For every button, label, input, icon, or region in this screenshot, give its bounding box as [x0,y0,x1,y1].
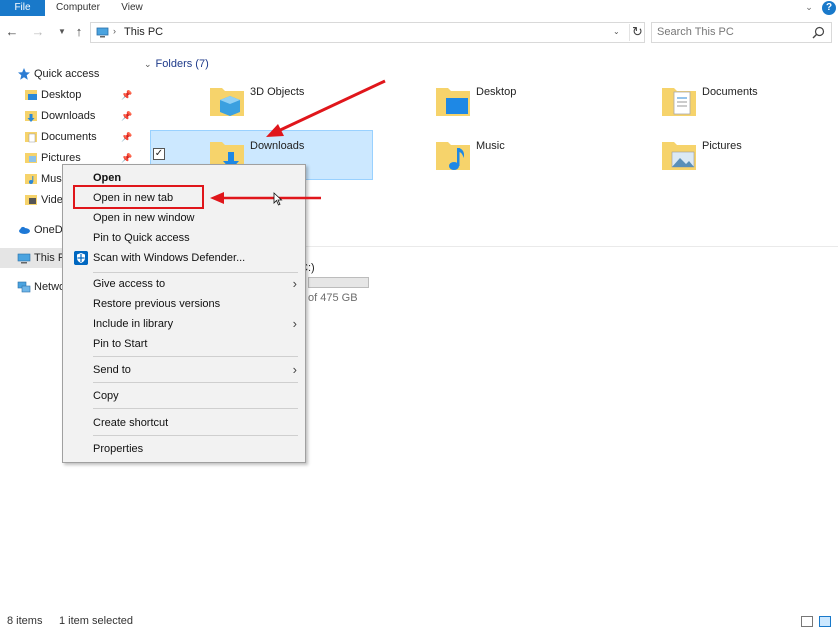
mouse-cursor-icon [273,192,283,206]
pictures-folder-icon [25,153,37,163]
folder-name: Downloads [250,140,305,152]
network-icon [17,281,31,293]
submenu-chevron-icon: › [292,362,297,377]
pin-icon[interactable]: 📌 [121,106,132,126]
folder-name: Music [476,140,505,152]
menu-item-label: Open [93,172,122,184]
details-view-icon[interactable] [801,616,813,627]
menu-item-copy[interactable]: Copy [65,386,303,406]
menu-separator [93,356,298,357]
drive-usage-bar [308,277,369,288]
folders-group-header[interactable]: ⌄ Folders (7) [144,58,209,70]
videos-folder-icon [25,195,37,205]
annotation-highlight-box [73,185,204,209]
nav-item-downloads[interactable]: Downloads 📌 [0,106,137,126]
back-arrow-icon[interactable]: ← [4,24,20,40]
3d-objects-folder-icon [210,88,244,116]
ribbon-tabs: File Computer View ⌄ ? [0,0,838,16]
menu-item-scan-with-defender[interactable]: Scan with Windows Defender... [65,248,303,268]
music-folder-icon [436,142,470,170]
menu-item-label: Create shortcut [93,417,169,429]
search-input[interactable] [657,26,807,38]
menu-item-label: Include in library [93,318,174,330]
pictures-folder-icon [662,142,696,170]
star-icon [18,68,30,80]
status-item-count: 8 items [7,615,43,627]
nav-item-desktop[interactable]: Desktop 📌 [0,85,137,105]
menu-item-properties[interactable]: Properties [65,439,303,459]
windows-defender-icon [74,251,88,265]
menu-item-pin-to-quick-access[interactable]: Pin to Quick access [65,228,303,248]
nav-item-label: Documents [41,131,97,143]
menu-item-open-in-new-window[interactable]: Open in new window [65,208,303,228]
menu-item-send-to[interactable]: Send to › [65,360,303,380]
search-box[interactable] [651,22,832,43]
documents-folder-icon [25,132,37,143]
up-arrow-icon[interactable]: ↑ [71,24,87,40]
menu-item-label: Copy [93,390,119,402]
music-folder-icon [25,174,37,184]
menu-separator [93,272,298,273]
status-selection: 1 item selected [59,615,133,627]
submenu-chevron-icon: › [292,316,297,331]
recent-locations-chevron-icon[interactable]: ▼ [54,24,70,40]
menu-separator [93,382,298,383]
menu-item-label: Send to [93,364,131,376]
menu-item-label: Pin to Quick access [93,232,190,244]
help-icon[interactable]: ? [822,1,836,15]
search-icon[interactable] [812,26,825,39]
status-bar: 8 items 1 item selected [0,612,838,630]
downloads-folder-icon [25,111,37,122]
menu-item-restore-previous-versions[interactable]: Restore previous versions [65,294,303,314]
documents-folder-icon [662,88,696,116]
nav-item-label: Quick access [34,68,100,80]
nav-item-quick-access[interactable]: Quick access [0,64,137,84]
large-icons-view-icon[interactable] [819,616,831,627]
folders-group-label: Folders (7) [155,58,209,70]
file-explorer-window: File Computer View ⌄ ? ← → ▼ ↑ › This PC… [0,0,838,630]
submenu-chevron-icon: › [292,276,297,291]
menu-item-label: Give access to [93,278,166,290]
this-pc-icon [17,253,31,264]
address-toolbar: ← → ▼ ↑ › This PC ⌄ ↻ [0,20,838,46]
menu-item-label: Scan with Windows Defender... [93,252,246,264]
breadcrumb-this-pc[interactable]: This PC [124,26,163,38]
pin-icon[interactable]: 📌 [121,85,132,105]
cloud-icon [19,226,30,234]
address-dropdown-chevron-icon[interactable]: ⌄ [613,27,620,36]
folder-name: Documents [702,86,758,98]
desktop-folder-icon [25,90,37,100]
menu-item-label: Restore previous versions [93,298,221,310]
forward-arrow-icon[interactable]: → [30,24,46,40]
menu-item-give-access-to[interactable]: Give access to › [65,274,303,294]
menu-item-label: Pin to Start [93,338,148,350]
menu-item-create-shortcut[interactable]: Create shortcut [65,413,303,433]
drive-size-text: of 475 GB [308,292,358,304]
nav-item-documents[interactable]: Documents 📌 [0,127,137,147]
breadcrumb-separator-icon[interactable]: › [113,26,116,36]
folder-name: Pictures [702,140,742,152]
collapse-chevron-icon[interactable]: ⌄ [144,59,152,69]
address-bar[interactable]: › This PC ⌄ ↻ [90,22,645,43]
folder-name: Desktop [476,86,517,98]
desktop-folder-icon [436,88,470,116]
menu-item-label: Open in new window [93,212,195,224]
tab-view[interactable]: View [115,0,149,16]
menu-item-include-in-library[interactable]: Include in library › [65,314,303,334]
expand-ribbon-chevron-icon[interactable]: ⌄ [802,1,816,15]
folder-name: 3D Objects [250,86,305,98]
menu-separator [93,408,298,409]
selection-checkbox[interactable]: ✓ [153,148,165,160]
nav-item-label: Downloads [41,110,96,122]
menu-item-pin-to-start[interactable]: Pin to Start [65,334,303,354]
pin-icon[interactable]: 📌 [121,127,132,147]
menu-item-label: Properties [93,443,144,455]
this-pc-icon [96,27,109,38]
menu-separator [93,435,298,436]
tab-computer[interactable]: Computer [52,0,104,16]
tab-file[interactable]: File [0,0,45,16]
nav-item-label: Desktop [41,89,82,101]
refresh-icon[interactable]: ↻ [629,24,645,41]
